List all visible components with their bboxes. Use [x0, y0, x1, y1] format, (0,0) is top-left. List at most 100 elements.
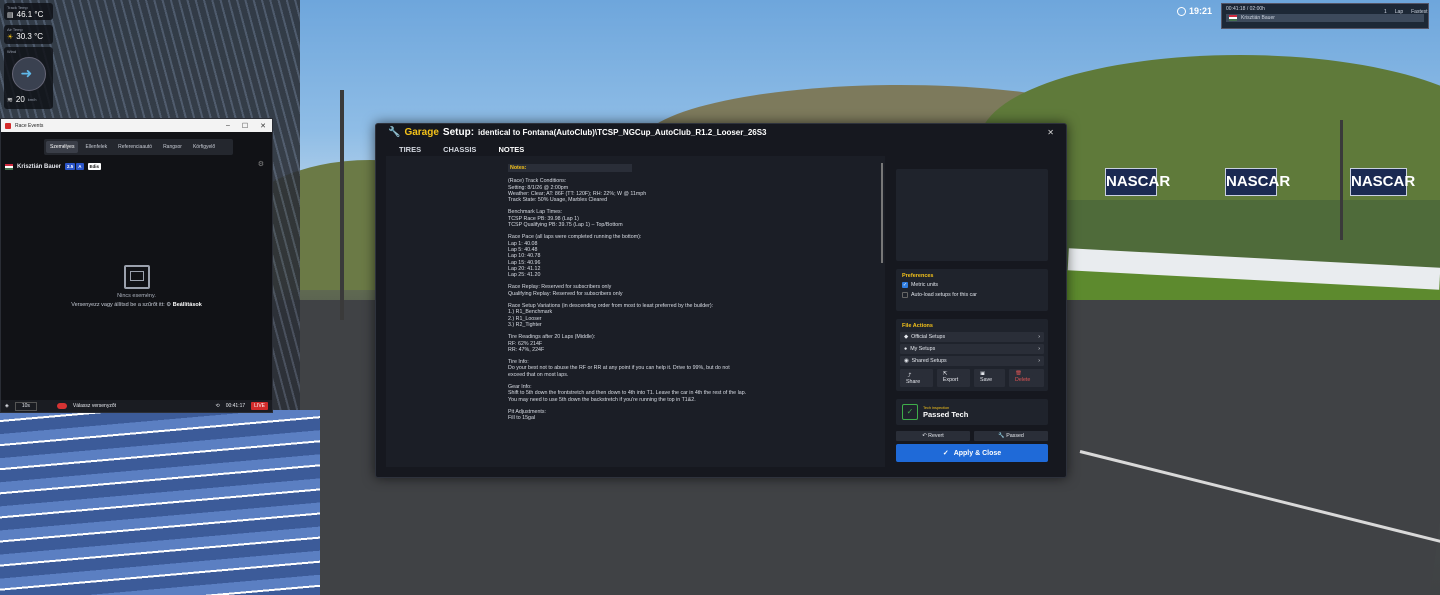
track-icon: ▤: [7, 11, 14, 19]
wind-icon: ≋: [7, 96, 13, 104]
car-preview-panel: [896, 169, 1048, 261]
shared-setups-button[interactable]: ◉ Shared Setups ›: [900, 356, 1044, 366]
revert-button[interactable]: ↶ Revert: [896, 431, 970, 441]
close-icon[interactable]: ✕: [1047, 128, 1054, 137]
fastest-label: Fastest: [1411, 9, 1428, 15]
race-events-footer: ◈ 10s Válassz versenyzőt ⟲ 00:41:17 LIVE: [1, 400, 272, 412]
official-setups-button[interactable]: ◆ Official Setups ›: [900, 332, 1044, 342]
passed-label: Passed: [1006, 433, 1024, 439]
flag-icon: [5, 163, 13, 170]
undo-icon: ↶: [922, 433, 927, 439]
share-button[interactable]: ⤴ Share: [900, 369, 933, 387]
chevron-right-icon: ›: [1038, 346, 1040, 352]
driver-toggle-label: Válassz versenyzőt: [72, 403, 116, 409]
notes-text[interactable]: Notes: (Race) Track Conditions: Setting:…: [508, 164, 748, 464]
settings-gear-icon: ⚙: [166, 302, 172, 308]
settings-link[interactable]: Beállítások: [173, 302, 202, 308]
air-temp-widget: Air Temp ☀ 30.3 °C: [4, 25, 53, 44]
gear-icon[interactable]: ⚙: [258, 160, 264, 168]
tab-szemelyes[interactable]: Személyes: [46, 141, 79, 153]
footer-time: 00:41:17: [225, 403, 246, 409]
save-label: Save: [977, 375, 996, 385]
air-temp-value: 30.3 °C: [16, 32, 44, 41]
delete-label: Delete: [1012, 375, 1034, 385]
passed-button[interactable]: 🔧 Passed: [974, 431, 1048, 441]
globe-icon: ◉: [904, 358, 909, 364]
session-elapsed: 00:41:18 / 02:00h: [1226, 6, 1265, 12]
close-icon[interactable]: ✕: [260, 122, 266, 130]
checkbox-empty-icon: [902, 292, 908, 298]
grandstand-seats: [0, 410, 320, 595]
sun-icon: ☀: [7, 33, 14, 41]
autoload-checkbox[interactable]: Auto-load setups for this car: [902, 292, 1042, 298]
user-icon: ●: [904, 346, 908, 352]
wind-label: Wind: [7, 49, 17, 54]
garage-title-suffix: Setup:: [442, 127, 475, 138]
notes-paragraph: Race Setup Variations (in descending ord…: [508, 303, 714, 328]
race-events-window: Race Events – ☐ ✕ Személyes Ellenfelek R…: [0, 118, 273, 413]
flag-icon: [1229, 15, 1237, 21]
notes-paragraph: (Race) Track Conditions: Setting: 8/1/26…: [508, 178, 647, 204]
tech-status: Passed Tech: [923, 409, 969, 419]
wind-speed: 20: [15, 95, 25, 104]
race-events-titlebar[interactable]: Race Events – ☐ ✕: [1, 119, 272, 132]
track-temp-label: Track Temp: [7, 5, 28, 10]
notes-paragraph: Gear Info: Shift to 5th down the frontst…: [508, 384, 747, 403]
driver-row: Krisztián Bauer 2.5 A Edis: [5, 163, 272, 170]
metric-units-label: Metric units: [911, 282, 939, 288]
notes-paragraph: Benchmark Lap Times: TCSP Race PB: 39.98…: [508, 209, 623, 229]
wind-widget: Wind ➜ ≋ 20 km/h: [4, 47, 53, 109]
driver-toggle[interactable]: [56, 403, 67, 409]
maximize-icon[interactable]: ☐: [242, 122, 248, 130]
check-icon: ✓: [902, 282, 908, 288]
metric-units-checkbox[interactable]: ✓ Metric units: [902, 282, 1042, 288]
game-clock: 19:21: [1177, 6, 1212, 16]
sponsor-banner: NASCAR: [1225, 168, 1290, 196]
tab-rangsor[interactable]: Rangsor: [159, 141, 186, 153]
delete-button[interactable]: 🗑 Delete: [1009, 369, 1044, 387]
wrench-icon: 🔧: [388, 127, 401, 138]
interval-select[interactable]: 10s: [14, 401, 37, 411]
notes-paragraph: Tire Info: Do your best not to abuse the…: [508, 359, 730, 378]
replay-icon: ⟲: [215, 403, 220, 409]
garage-sidebar: Preferences ✓ Metric units Auto-load set…: [896, 169, 1048, 441]
file-actions-panel: File Actions ◆ Official Setups › ● My Setu…: [896, 319, 1048, 391]
apply-close-button[interactable]: ✓ Apply & Close: [896, 444, 1048, 462]
export-button[interactable]: ⇱ Export: [936, 369, 971, 387]
shared-setups-label: Shared Setups: [911, 358, 947, 364]
filter-icon[interactable]: ◈: [5, 403, 9, 409]
apply-close-label: Apply & Close: [953, 449, 1002, 457]
export-label: Export: [939, 375, 962, 385]
preferences-panel: Preferences ✓ Metric units Auto-load set…: [896, 269, 1048, 311]
air-temp-label: Air Temp: [7, 27, 23, 32]
notes-paragraph: Race Pace (all laps were completed runni…: [508, 234, 642, 279]
live-badge[interactable]: LIVE: [251, 402, 268, 410]
clock-icon: [1177, 6, 1186, 16]
lap-label: Lap: [1394, 9, 1404, 15]
garage-header: 🔧 Garage Setup: identical to Fontana(Aut…: [376, 124, 1066, 141]
chevron-right-icon: ›: [1038, 334, 1040, 340]
minimize-icon[interactable]: –: [226, 122, 230, 130]
tech-inspection-panel: ✓ Tech inspection Passed Tech: [896, 399, 1048, 425]
app-logo-icon: [5, 122, 11, 129]
light-pole: [1340, 120, 1343, 240]
tab-korfigyelo[interactable]: Körfigyelő: [189, 141, 219, 153]
driver-name: Krisztián Bauer: [17, 163, 62, 170]
file-actions-title: File Actions: [902, 323, 933, 329]
my-setups-button[interactable]: ● My Setups ›: [900, 344, 1044, 354]
empty-box-icon: [123, 265, 150, 289]
sponsor-banner: NASCAR: [1105, 168, 1170, 196]
tab-ellenfelek[interactable]: Ellenfelek: [81, 141, 111, 153]
wind-unit: km/h: [27, 97, 37, 102]
notes-header: Notes:: [508, 164, 632, 173]
clock-time: 19:21: [1189, 6, 1213, 16]
notes-scrollbar[interactable]: [881, 163, 883, 263]
compass-icon: ➜: [11, 57, 46, 91]
chevron-right-icon: ›: [1038, 358, 1040, 364]
rating-badge: 2.5: [65, 163, 76, 170]
preferences-title: Preferences: [902, 273, 934, 279]
race-events-title: Race Events: [15, 122, 44, 129]
tab-referenciaauto[interactable]: Referenciaautó: [114, 141, 156, 153]
revert-label: Revert: [928, 433, 944, 439]
save-button[interactable]: ▣ Save: [974, 369, 1005, 387]
